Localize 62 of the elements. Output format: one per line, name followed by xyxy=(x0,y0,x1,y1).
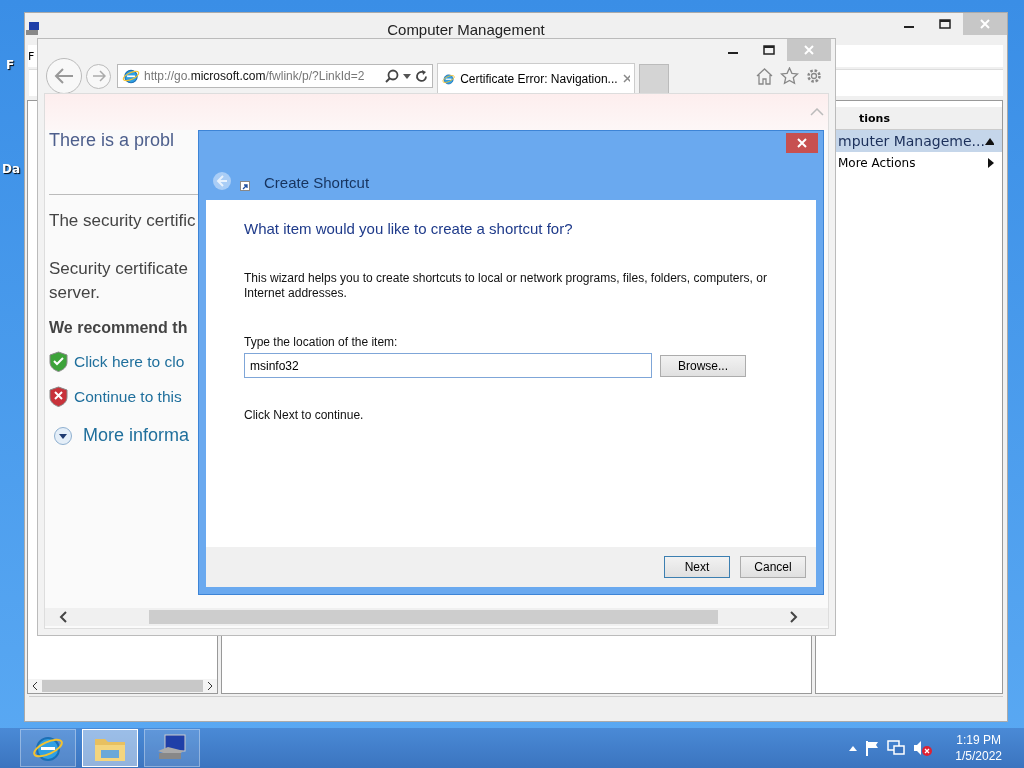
dialog-title: Create Shortcut xyxy=(264,174,370,191)
field-label: Type the location of the item: xyxy=(244,335,399,349)
shield-check-icon xyxy=(49,351,68,372)
maximize-icon[interactable] xyxy=(763,45,775,55)
page-link[interactable]: Continue to this xyxy=(74,387,182,406)
dialog-button[interactable]: Next xyxy=(664,556,730,578)
search-icon[interactable] xyxy=(385,69,399,83)
page-text: server. xyxy=(49,282,101,304)
browse-button[interactable]: Browse... xyxy=(660,354,746,377)
page-subheading: We recommend th xyxy=(49,319,188,337)
window-title: Computer Management xyxy=(386,20,546,38)
clock[interactable]: 1:19 PM 1/5/2022 xyxy=(955,732,1002,764)
submenu-arrow-icon xyxy=(988,158,994,168)
taskbar-button[interactable] xyxy=(144,729,200,767)
location-field[interactable]: msinfo32 xyxy=(244,353,652,378)
taskbar-button[interactable] xyxy=(82,729,138,767)
speaker-muted-icon[interactable] xyxy=(913,740,934,756)
taskbar-button[interactable] xyxy=(20,729,76,767)
close-icon xyxy=(980,19,990,29)
scroll-right-icon[interactable] xyxy=(790,611,798,623)
dialog-button[interactable]: Cancel xyxy=(740,556,806,578)
scroll-left-icon[interactable] xyxy=(59,611,67,623)
browser-tab[interactable]: Certificate Error: Navigation... xyxy=(437,63,635,93)
settings-icon[interactable] xyxy=(805,67,823,85)
horizontal-scrollbar[interactable] xyxy=(45,608,828,626)
expand-icon[interactable] xyxy=(53,425,73,446)
home-icon[interactable] xyxy=(755,67,774,85)
back-button[interactable] xyxy=(46,58,82,94)
forward-arrow-icon xyxy=(91,70,106,82)
desktop-icon-label: F xyxy=(6,58,15,72)
scroll-left-icon[interactable] xyxy=(32,682,38,690)
page-text: Security certificate xyxy=(49,258,188,280)
computer-management-icon xyxy=(25,21,41,37)
more-information-link[interactable]: More informa xyxy=(83,425,190,446)
close-icon xyxy=(797,138,807,148)
page-text: The security certific xyxy=(49,210,196,232)
back-arrow-icon xyxy=(53,67,75,85)
hint-text: Click Next to continue. xyxy=(244,408,365,422)
network-icon[interactable] xyxy=(887,740,906,756)
page-heading: There is a probl xyxy=(49,130,175,152)
horizontal-scrollbar[interactable] xyxy=(28,679,217,693)
star-icon[interactable] xyxy=(780,67,799,85)
scroll-right-icon[interactable] xyxy=(207,682,213,690)
close-icon xyxy=(804,45,814,55)
close-tab-icon[interactable] xyxy=(622,74,630,83)
flag-icon[interactable] xyxy=(865,740,880,756)
browser-icon xyxy=(122,67,140,85)
address-bar[interactable]: http://go.microsoft.com/fwlink/p/?LinkId=2 xyxy=(117,64,433,88)
shortcut-icon xyxy=(240,181,250,191)
dropdown-icon[interactable] xyxy=(403,73,411,79)
maximize-icon[interactable] xyxy=(939,19,951,29)
show-hidden-icons-icon[interactable] xyxy=(849,745,858,751)
close-button[interactable] xyxy=(786,133,818,153)
page-link[interactable]: Click here to clo xyxy=(74,352,185,371)
panel-header: tions xyxy=(859,111,890,125)
refresh-icon[interactable] xyxy=(415,69,428,83)
collapse-icon[interactable] xyxy=(984,137,994,145)
desktop-icon-label: Da xyxy=(2,162,21,176)
menu-item[interactable]: F xyxy=(28,49,35,63)
dialog-heading: What item would you like to create a shortcut for? xyxy=(244,220,574,237)
description-text: This wizard helps you to create shortcuts to local or network programs, files, folders, computers, or Internet addresses. xyxy=(244,271,768,301)
shield-x-icon xyxy=(49,386,68,407)
